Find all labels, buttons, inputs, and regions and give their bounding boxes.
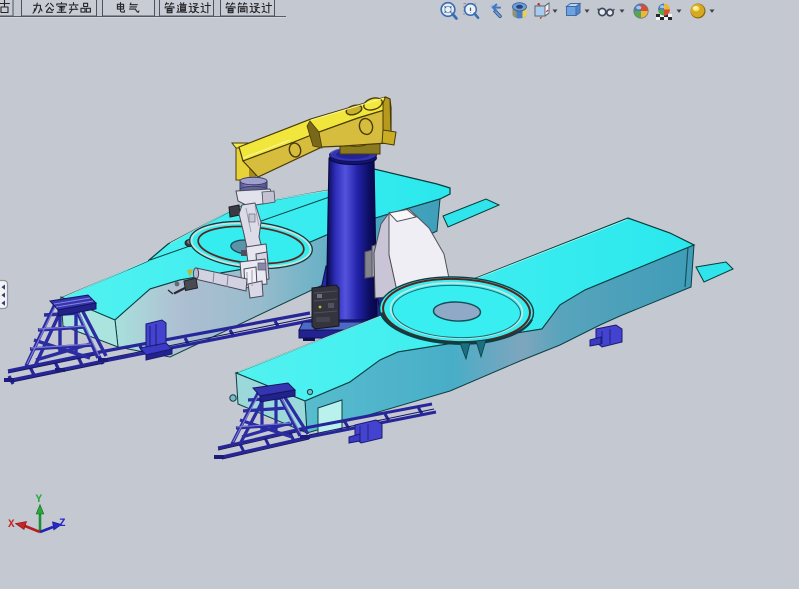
svg-text:Z: Z	[59, 518, 66, 530]
svg-text:X: X	[8, 519, 15, 531]
svg-text:Y: Y	[36, 494, 43, 506]
